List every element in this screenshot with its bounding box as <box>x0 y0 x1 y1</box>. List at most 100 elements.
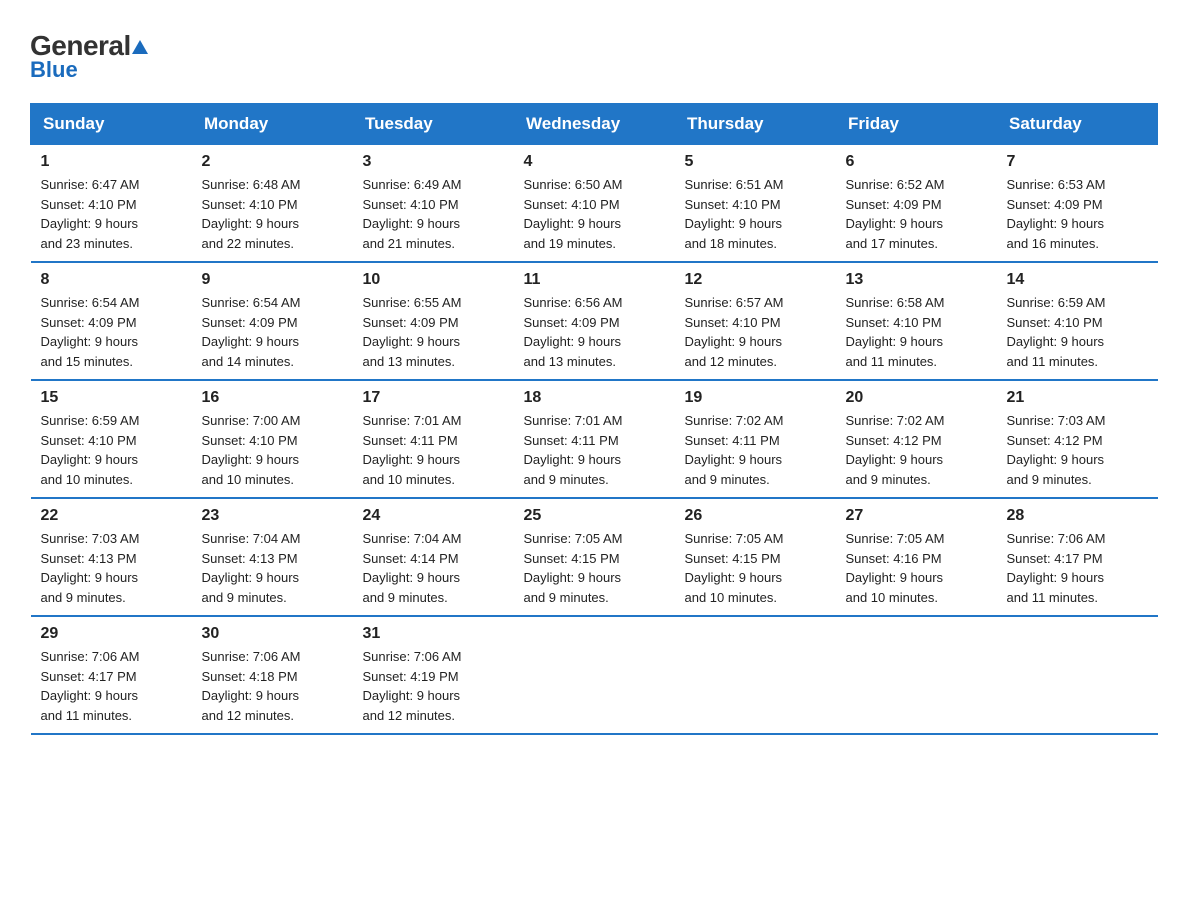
day-info: Sunrise: 7:03 AM Sunset: 4:13 PM Dayligh… <box>41 529 182 607</box>
day-info: Sunrise: 7:06 AM Sunset: 4:17 PM Dayligh… <box>1007 529 1148 607</box>
day-info: Sunrise: 6:58 AM Sunset: 4:10 PM Dayligh… <box>846 293 987 371</box>
weekday-header-tuesday: Tuesday <box>353 104 514 145</box>
weekday-header-thursday: Thursday <box>675 104 836 145</box>
day-number: 16 <box>202 389 343 407</box>
calendar-day-cell: 15 Sunrise: 6:59 AM Sunset: 4:10 PM Dayl… <box>31 380 192 498</box>
day-info: Sunrise: 7:01 AM Sunset: 4:11 PM Dayligh… <box>363 411 504 489</box>
day-number: 7 <box>1007 153 1148 171</box>
calendar-day-cell: 24 Sunrise: 7:04 AM Sunset: 4:14 PM Dayl… <box>353 498 514 616</box>
page-header: General Blue <box>30 30 1158 83</box>
weekday-header-saturday: Saturday <box>997 104 1158 145</box>
day-info: Sunrise: 7:02 AM Sunset: 4:11 PM Dayligh… <box>685 411 826 489</box>
day-number: 25 <box>524 507 665 525</box>
calendar-day-cell: 23 Sunrise: 7:04 AM Sunset: 4:13 PM Dayl… <box>192 498 353 616</box>
day-info: Sunrise: 7:06 AM Sunset: 4:19 PM Dayligh… <box>363 647 504 725</box>
calendar-day-cell <box>514 616 675 734</box>
day-number: 20 <box>846 389 987 407</box>
day-number: 11 <box>524 271 665 289</box>
day-number: 30 <box>202 625 343 643</box>
calendar-day-cell: 28 Sunrise: 7:06 AM Sunset: 4:17 PM Dayl… <box>997 498 1158 616</box>
day-number: 26 <box>685 507 826 525</box>
calendar-day-cell: 7 Sunrise: 6:53 AM Sunset: 4:09 PM Dayli… <box>997 145 1158 263</box>
day-info: Sunrise: 7:00 AM Sunset: 4:10 PM Dayligh… <box>202 411 343 489</box>
day-number: 31 <box>363 625 504 643</box>
calendar-day-cell: 30 Sunrise: 7:06 AM Sunset: 4:18 PM Dayl… <box>192 616 353 734</box>
weekday-header-friday: Friday <box>836 104 997 145</box>
calendar-day-cell: 26 Sunrise: 7:05 AM Sunset: 4:15 PM Dayl… <box>675 498 836 616</box>
calendar-day-cell: 10 Sunrise: 6:55 AM Sunset: 4:09 PM Dayl… <box>353 262 514 380</box>
calendar-day-cell: 22 Sunrise: 7:03 AM Sunset: 4:13 PM Dayl… <box>31 498 192 616</box>
day-number: 18 <box>524 389 665 407</box>
day-number: 28 <box>1007 507 1148 525</box>
calendar-day-cell: 19 Sunrise: 7:02 AM Sunset: 4:11 PM Dayl… <box>675 380 836 498</box>
day-number: 15 <box>41 389 182 407</box>
calendar-week-row: 1 Sunrise: 6:47 AM Sunset: 4:10 PM Dayli… <box>31 145 1158 263</box>
calendar-day-cell: 11 Sunrise: 6:56 AM Sunset: 4:09 PM Dayl… <box>514 262 675 380</box>
weekday-header-sunday: Sunday <box>31 104 192 145</box>
calendar-day-cell: 9 Sunrise: 6:54 AM Sunset: 4:09 PM Dayli… <box>192 262 353 380</box>
logo-triangle-icon <box>131 38 149 61</box>
day-info: Sunrise: 6:51 AM Sunset: 4:10 PM Dayligh… <box>685 175 826 253</box>
calendar-week-row: 22 Sunrise: 7:03 AM Sunset: 4:13 PM Dayl… <box>31 498 1158 616</box>
day-info: Sunrise: 6:56 AM Sunset: 4:09 PM Dayligh… <box>524 293 665 371</box>
weekday-header-monday: Monday <box>192 104 353 145</box>
day-info: Sunrise: 7:01 AM Sunset: 4:11 PM Dayligh… <box>524 411 665 489</box>
calendar-table: SundayMondayTuesdayWednesdayThursdayFrid… <box>30 103 1158 735</box>
day-number: 19 <box>685 389 826 407</box>
calendar-day-cell: 31 Sunrise: 7:06 AM Sunset: 4:19 PM Dayl… <box>353 616 514 734</box>
day-number: 22 <box>41 507 182 525</box>
day-info: Sunrise: 6:55 AM Sunset: 4:09 PM Dayligh… <box>363 293 504 371</box>
day-number: 1 <box>41 153 182 171</box>
calendar-day-cell: 29 Sunrise: 7:06 AM Sunset: 4:17 PM Dayl… <box>31 616 192 734</box>
day-number: 12 <box>685 271 826 289</box>
day-number: 9 <box>202 271 343 289</box>
calendar-day-cell: 3 Sunrise: 6:49 AM Sunset: 4:10 PM Dayli… <box>353 145 514 263</box>
day-info: Sunrise: 6:47 AM Sunset: 4:10 PM Dayligh… <box>41 175 182 253</box>
day-number: 2 <box>202 153 343 171</box>
day-number: 23 <box>202 507 343 525</box>
day-number: 13 <box>846 271 987 289</box>
day-info: Sunrise: 7:04 AM Sunset: 4:13 PM Dayligh… <box>202 529 343 607</box>
calendar-day-cell: 16 Sunrise: 7:00 AM Sunset: 4:10 PM Dayl… <box>192 380 353 498</box>
day-info: Sunrise: 6:50 AM Sunset: 4:10 PM Dayligh… <box>524 175 665 253</box>
calendar-day-cell: 12 Sunrise: 6:57 AM Sunset: 4:10 PM Dayl… <box>675 262 836 380</box>
calendar-day-cell: 18 Sunrise: 7:01 AM Sunset: 4:11 PM Dayl… <box>514 380 675 498</box>
calendar-week-row: 29 Sunrise: 7:06 AM Sunset: 4:17 PM Dayl… <box>31 616 1158 734</box>
day-info: Sunrise: 7:03 AM Sunset: 4:12 PM Dayligh… <box>1007 411 1148 489</box>
day-number: 3 <box>363 153 504 171</box>
logo-blue-text: Blue <box>30 57 78 83</box>
calendar-day-cell: 5 Sunrise: 6:51 AM Sunset: 4:10 PM Dayli… <box>675 145 836 263</box>
day-info: Sunrise: 7:05 AM Sunset: 4:16 PM Dayligh… <box>846 529 987 607</box>
day-info: Sunrise: 7:06 AM Sunset: 4:17 PM Dayligh… <box>41 647 182 725</box>
calendar-day-cell: 27 Sunrise: 7:05 AM Sunset: 4:16 PM Dayl… <box>836 498 997 616</box>
logo: General Blue <box>30 30 149 83</box>
day-info: Sunrise: 6:59 AM Sunset: 4:10 PM Dayligh… <box>1007 293 1148 371</box>
day-info: Sunrise: 6:54 AM Sunset: 4:09 PM Dayligh… <box>202 293 343 371</box>
day-number: 24 <box>363 507 504 525</box>
calendar-day-cell: 17 Sunrise: 7:01 AM Sunset: 4:11 PM Dayl… <box>353 380 514 498</box>
day-number: 6 <box>846 153 987 171</box>
weekday-header-wednesday: Wednesday <box>514 104 675 145</box>
day-info: Sunrise: 7:04 AM Sunset: 4:14 PM Dayligh… <box>363 529 504 607</box>
day-number: 27 <box>846 507 987 525</box>
day-info: Sunrise: 6:59 AM Sunset: 4:10 PM Dayligh… <box>41 411 182 489</box>
day-number: 14 <box>1007 271 1148 289</box>
day-number: 4 <box>524 153 665 171</box>
day-number: 5 <box>685 153 826 171</box>
day-number: 17 <box>363 389 504 407</box>
day-number: 29 <box>41 625 182 643</box>
calendar-day-cell: 13 Sunrise: 6:58 AM Sunset: 4:10 PM Dayl… <box>836 262 997 380</box>
calendar-week-row: 15 Sunrise: 6:59 AM Sunset: 4:10 PM Dayl… <box>31 380 1158 498</box>
day-info: Sunrise: 6:53 AM Sunset: 4:09 PM Dayligh… <box>1007 175 1148 253</box>
day-info: Sunrise: 6:49 AM Sunset: 4:10 PM Dayligh… <box>363 175 504 253</box>
calendar-day-cell: 1 Sunrise: 6:47 AM Sunset: 4:10 PM Dayli… <box>31 145 192 263</box>
calendar-day-cell: 8 Sunrise: 6:54 AM Sunset: 4:09 PM Dayli… <box>31 262 192 380</box>
day-info: Sunrise: 6:57 AM Sunset: 4:10 PM Dayligh… <box>685 293 826 371</box>
calendar-day-cell <box>997 616 1158 734</box>
day-info: Sunrise: 6:48 AM Sunset: 4:10 PM Dayligh… <box>202 175 343 253</box>
day-info: Sunrise: 7:02 AM Sunset: 4:12 PM Dayligh… <box>846 411 987 489</box>
calendar-day-cell: 14 Sunrise: 6:59 AM Sunset: 4:10 PM Dayl… <box>997 262 1158 380</box>
calendar-day-cell: 25 Sunrise: 7:05 AM Sunset: 4:15 PM Dayl… <box>514 498 675 616</box>
day-number: 21 <box>1007 389 1148 407</box>
day-info: Sunrise: 7:05 AM Sunset: 4:15 PM Dayligh… <box>524 529 665 607</box>
